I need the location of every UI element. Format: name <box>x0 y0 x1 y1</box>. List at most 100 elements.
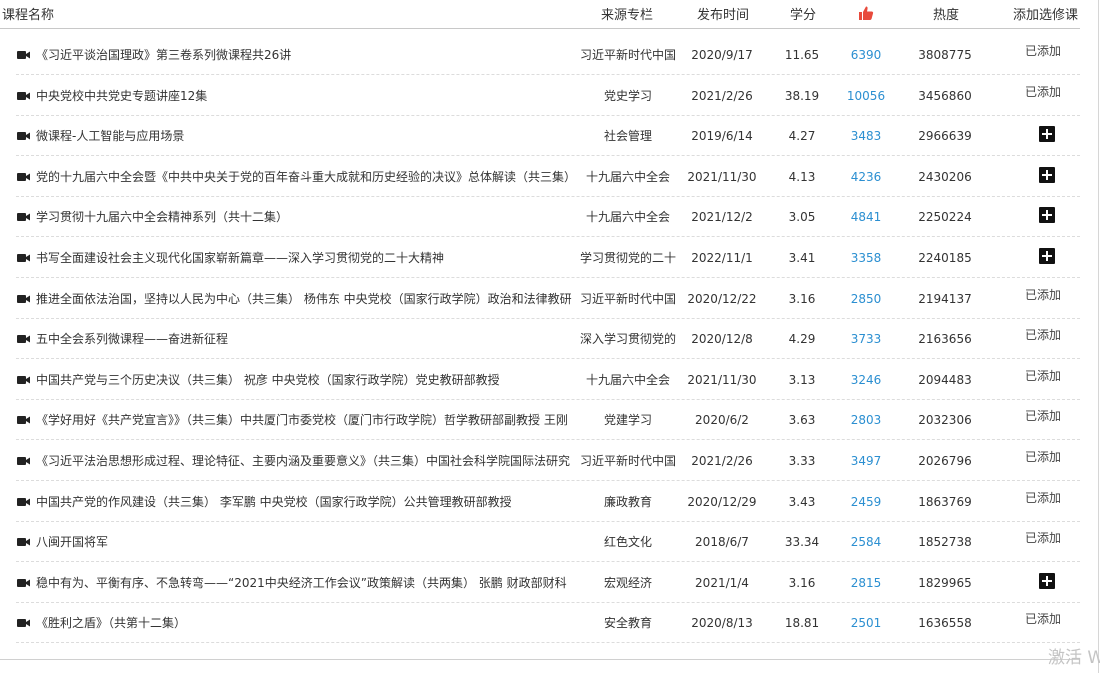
publish-date: 2020/9/17 <box>691 48 753 62</box>
add-elective-plus-icon[interactable] <box>1039 126 1055 143</box>
table-row[interactable]: 书写全面建设社会主义现代化国家崭新篇章——深入学习贯彻党的二十大精神 学习贯彻党… <box>16 238 1080 278</box>
course-title-link[interactable]: 推进全面依法治国，坚持以人民为中心（共三集） 杨伟东 中央党校（国家行政学院）政… <box>36 292 572 306</box>
added-status: 已添加 <box>1024 409 1061 424</box>
heat-value: 2250224 <box>918 210 972 225</box>
course-title-link[interactable]: 《胜利之盾》（共第十二集） <box>36 616 186 630</box>
course-table-panel: 课程名称 来源专栏 发布时间 学分 热度 添加选修课 《习近平谈治国理政》第三卷… <box>0 0 1100 673</box>
table-row[interactable]: 中国共产党的作风建设（共三集） 李军鹏 中央党校（国家行政学院）公共管理教研部教… <box>16 482 1080 522</box>
add-elective-plus-icon[interactable] <box>1039 572 1055 589</box>
source-column: 社会管理 <box>603 129 652 144</box>
course-title-link[interactable]: 八闽开国将军 <box>36 535 108 549</box>
credit-score: 3.13 <box>788 372 816 387</box>
source-column: 习近平新时代中国 <box>579 454 676 468</box>
publish-date: 2021/2/26 <box>691 454 753 468</box>
thumbs-up-icon <box>859 6 874 20</box>
add-elective-plus-icon[interactable] <box>1039 207 1055 224</box>
like-count: 3497 <box>850 454 882 468</box>
header-date: 发布时间 <box>697 8 750 23</box>
credit-score: 3.16 <box>788 575 816 590</box>
table-row[interactable]: 八闽开国将军 红色文化 2018/6/7 33.34 2584 1852738 … <box>16 522 1080 563</box>
publish-date: 2022/11/1 <box>691 251 753 265</box>
header-heat: 热度 <box>933 8 960 23</box>
source-column: 十九届六中全会 <box>585 210 670 225</box>
like-count: 4841 <box>850 210 882 225</box>
heat-value: 2430206 <box>918 169 972 184</box>
source-column: 安全教育 <box>603 616 652 631</box>
added-status: 已添加 <box>1024 490 1061 505</box>
source-column: 深入学习贯彻党的 <box>579 332 676 347</box>
heat-value: 3456860 <box>918 88 972 103</box>
credit-score: 3.41 <box>788 251 816 265</box>
course-title-link[interactable]: 书写全面建设社会主义现代化国家崭新篇章——深入学习贯彻党的二十大精神 <box>36 251 444 265</box>
added-status: 已添加 <box>1024 450 1061 464</box>
course-title-link[interactable]: 《习近平法治思想形成过程、理论特征、主要内涵及重要意义》（共三集）中国社会科学院… <box>36 454 570 468</box>
credit-score: 38.19 <box>784 88 820 103</box>
course-title-link[interactable]: 稳中有为、平衡有序、不急转弯——“2021中央经济工作会议”政策解读（共两集） … <box>36 576 567 590</box>
table-row[interactable]: 微课程-人工智能与应用场景 社会管理 2019/6/14 4.27 3483 2… <box>16 116 1080 157</box>
credit-score: 3.16 <box>788 291 816 306</box>
publish-date: 2021/12/2 <box>691 210 753 225</box>
header-source: 来源专栏 <box>601 8 654 23</box>
course-title-link[interactable]: 微课程-人工智能与应用场景 <box>36 129 184 143</box>
heat-value: 1829965 <box>918 575 972 590</box>
course-title-link[interactable]: 《习近平谈治国理政》第三卷系列微课程共26讲 <box>36 48 291 62</box>
table-row[interactable]: 推进全面依法治国，坚持以人民为中心（共三集） 杨伟东 中央党校（国家行政学院）政… <box>16 279 1080 319</box>
table-row[interactable]: 《习近平谈治国理政》第三卷系列微课程共26讲 习近平新时代中国 2020/9/1… <box>16 35 1080 75</box>
course-title-link[interactable]: 党的十九届六中全会暨《中共中央关于党的百年奋斗重大成就和历史经验的决议》总体解读… <box>36 170 576 184</box>
video-camera-icon <box>17 213 30 222</box>
heat-value: 2163656 <box>918 332 972 347</box>
video-camera-icon <box>17 335 30 344</box>
source-column: 习近平新时代中国 <box>579 291 676 306</box>
add-elective-plus-icon[interactable] <box>1039 248 1055 264</box>
source-column: 习近平新时代中国 <box>579 48 676 62</box>
source-column: 廉政教育 <box>603 494 652 509</box>
table-row[interactable]: 中国共产党与三个历史决议（共三集） 祝彦 中央党校（国家行政学院）党史教研部教授… <box>16 360 1080 400</box>
video-camera-icon <box>17 254 30 262</box>
like-count: 2584 <box>850 535 882 550</box>
like-count: 3733 <box>850 332 882 347</box>
heat-value: 2026796 <box>918 454 972 468</box>
video-camera-icon <box>17 132 30 141</box>
table-row[interactable]: 《习近平法治思想形成过程、理论特征、主要内涵及重要意义》（共三集）中国社会科学院… <box>16 441 1080 481</box>
course-title-link[interactable]: 中央党校中共党史专题讲座12集 <box>36 89 207 103</box>
publish-date: 2020/12/22 <box>687 291 757 306</box>
like-count: 3483 <box>850 129 882 144</box>
credit-score: 4.29 <box>788 332 816 347</box>
table-footer-divider <box>0 659 1080 660</box>
add-elective-plus-icon[interactable] <box>1039 166 1055 183</box>
table-row[interactable]: 五中全会系列微课程——奋进新征程 深入学习贯彻党的 2020/12/8 4.29… <box>16 319 1080 360</box>
video-camera-icon <box>17 294 30 303</box>
credit-score: 18.81 <box>784 616 820 631</box>
added-status: 已添加 <box>1024 84 1061 99</box>
added-status: 已添加 <box>1024 328 1061 343</box>
course-title-link[interactable]: 五中全会系列微课程——奋进新征程 <box>36 332 228 346</box>
added-status: 已添加 <box>1024 44 1061 58</box>
source-column: 学习贯彻党的二十 <box>579 251 676 265</box>
course-title-link[interactable]: 《学好用好《共产党宣言》》（共三集）中共厦门市委党校（厦门市行政学院）哲学教研部… <box>36 413 568 427</box>
heat-value: 2966639 <box>918 129 972 144</box>
credit-score: 3.43 <box>788 494 816 509</box>
video-camera-icon <box>17 578 30 587</box>
course-title-link[interactable]: 学习贯彻十九届六中全会精神系列（共十二集） <box>36 210 288 224</box>
credit-score: 3.33 <box>788 454 816 468</box>
table-row[interactable]: 《学好用好《共产党宣言》》（共三集）中共厦门市委党校（厦门市行政学院）哲学教研部… <box>16 400 1080 441</box>
table-row[interactable]: 稳中有为、平衡有序、不急转弯——“2021中央经济工作会议”政策解读（共两集） … <box>16 563 1080 603</box>
table-header: 课程名称 来源专栏 发布时间 学分 热度 添加选修课 <box>0 0 1080 29</box>
added-status: 已添加 <box>1024 368 1061 383</box>
table-row[interactable]: 《胜利之盾》（共第十二集） 安全教育 2020/8/13 18.81 2501 … <box>16 603 1080 644</box>
publish-date: 2019/6/14 <box>691 129 753 144</box>
publish-date: 2021/2/26 <box>691 88 753 103</box>
added-status: 已添加 <box>1024 287 1061 302</box>
source-column: 党建学习 <box>603 413 652 428</box>
added-status: 已添加 <box>1024 612 1061 627</box>
course-title-link[interactable]: 中国共产党的作风建设（共三集） 李军鹏 中央党校（国家行政学院）公共管理教研部教… <box>36 495 512 509</box>
activation-watermark: 激活 W <box>1048 648 1100 668</box>
video-camera-icon <box>17 619 30 628</box>
heat-value: 2240185 <box>918 251 972 265</box>
table-row[interactable]: 中央党校中共党史专题讲座12集 党史学习 2021/2/26 38.19 100… <box>16 76 1080 116</box>
table-row[interactable]: 学习贯彻十九届六中全会精神系列（共十二集） 十九届六中全会 2021/12/2 … <box>16 197 1080 238</box>
table-row[interactable]: 党的十九届六中全会暨《中共中央关于党的百年奋斗重大成就和历史经验的决议》总体解读… <box>16 157 1080 197</box>
course-title-link[interactable]: 中国共产党与三个历史决议（共三集） 祝彦 中央党校（国家行政学院）党史教研部教授 <box>36 373 500 387</box>
header-score: 学分 <box>790 8 817 23</box>
source-column: 党史学习 <box>603 88 652 103</box>
